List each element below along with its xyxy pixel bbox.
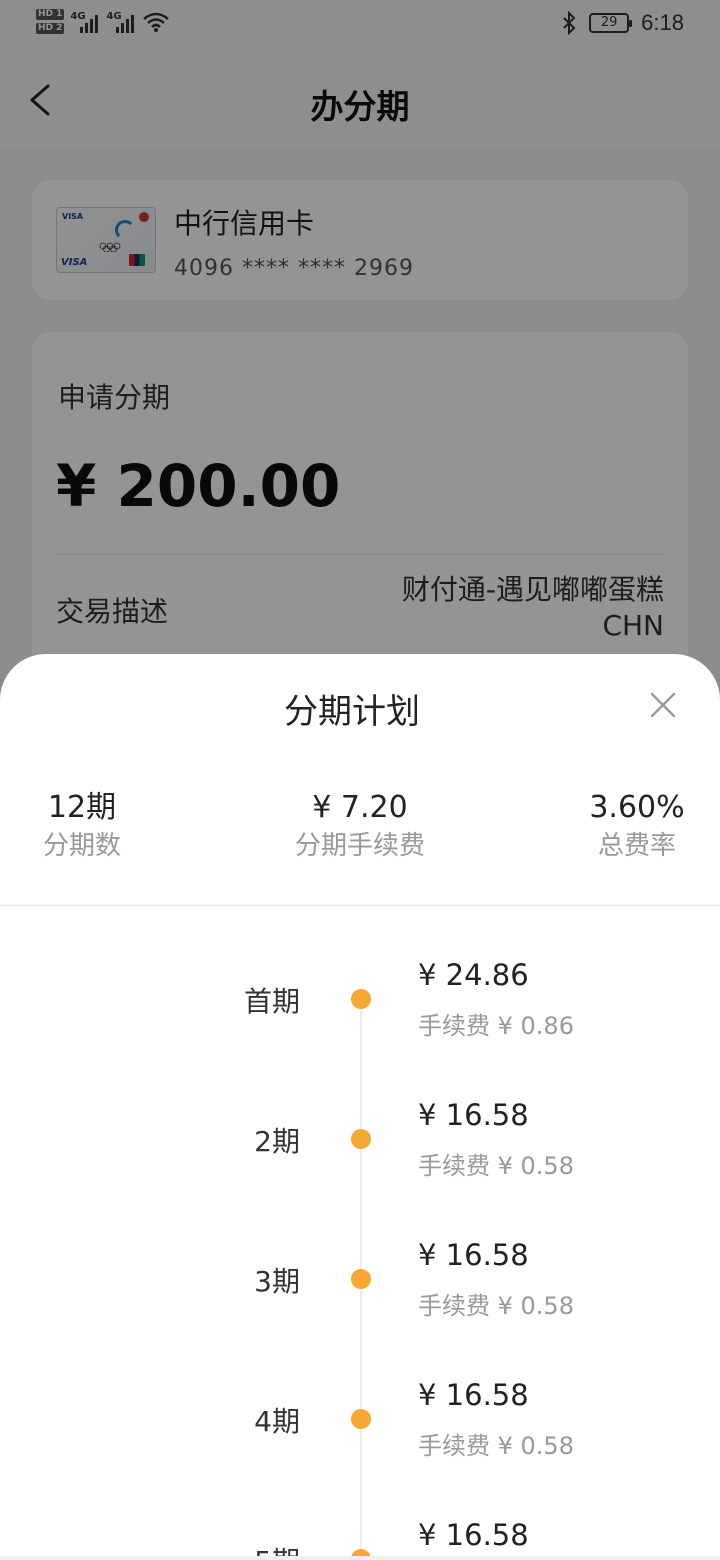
plan-row: 2期 ¥ 16.58 手续费 ¥ 0.58 — [0, 1096, 720, 1216]
plan-row: 3期 ¥ 16.58 手续费 ¥ 0.58 — [0, 1236, 720, 1356]
plan-row: 5期 ¥ 16.58 — [0, 1516, 720, 1560]
plan-period: 4期 — [254, 1405, 300, 1438]
sheet-title: 分期计划 — [284, 692, 420, 732]
summary-rate: 3.60% 总费率 — [589, 790, 685, 861]
close-icon[interactable] — [648, 690, 678, 720]
plan-row: 4期 ¥ 16.58 手续费 ¥ 0.58 — [0, 1376, 720, 1496]
timeline-dot-icon — [351, 1409, 371, 1429]
plan-amount: ¥ 16.58 — [418, 1098, 529, 1132]
plan-fee: 手续费 ¥ 0.86 — [418, 1012, 574, 1040]
plan-fee: 手续费 ¥ 0.58 — [418, 1152, 574, 1180]
summary-periods: 12期 分期数 — [42, 790, 121, 861]
plan-period: 首期 — [243, 985, 300, 1018]
plan-amount: ¥ 24.86 — [418, 958, 529, 992]
timeline-dot-icon — [351, 1269, 371, 1289]
plan-amount: ¥ 16.58 — [418, 1518, 529, 1552]
plan-period: 2期 — [254, 1125, 300, 1158]
timeline-dot-icon — [351, 989, 371, 1009]
plan-summary: 12期 分期数 ¥ 7.20 分期手续费 3.60% 总费率 — [0, 788, 720, 878]
plan-amount: ¥ 16.58 — [418, 1378, 529, 1412]
bottom-edge — [0, 1556, 720, 1560]
plan-period: 3期 — [254, 1265, 300, 1298]
plan-row: 首期 ¥ 24.86 手续费 ¥ 0.86 — [0, 956, 720, 1076]
plan-amount: ¥ 16.58 — [418, 1238, 529, 1272]
summary-fee: ¥ 7.20 分期手续费 — [294, 790, 425, 861]
timeline-dot-icon — [351, 1129, 371, 1149]
divider — [0, 905, 720, 906]
plan-fee: 手续费 ¥ 0.58 — [418, 1292, 574, 1320]
plan-fee: 手续费 ¥ 0.58 — [418, 1432, 574, 1460]
installment-plan-sheet: 分期计划 12期 分期数 ¥ 7.20 分期手续费 3.60% 总费率 首期 ¥… — [0, 654, 720, 1560]
